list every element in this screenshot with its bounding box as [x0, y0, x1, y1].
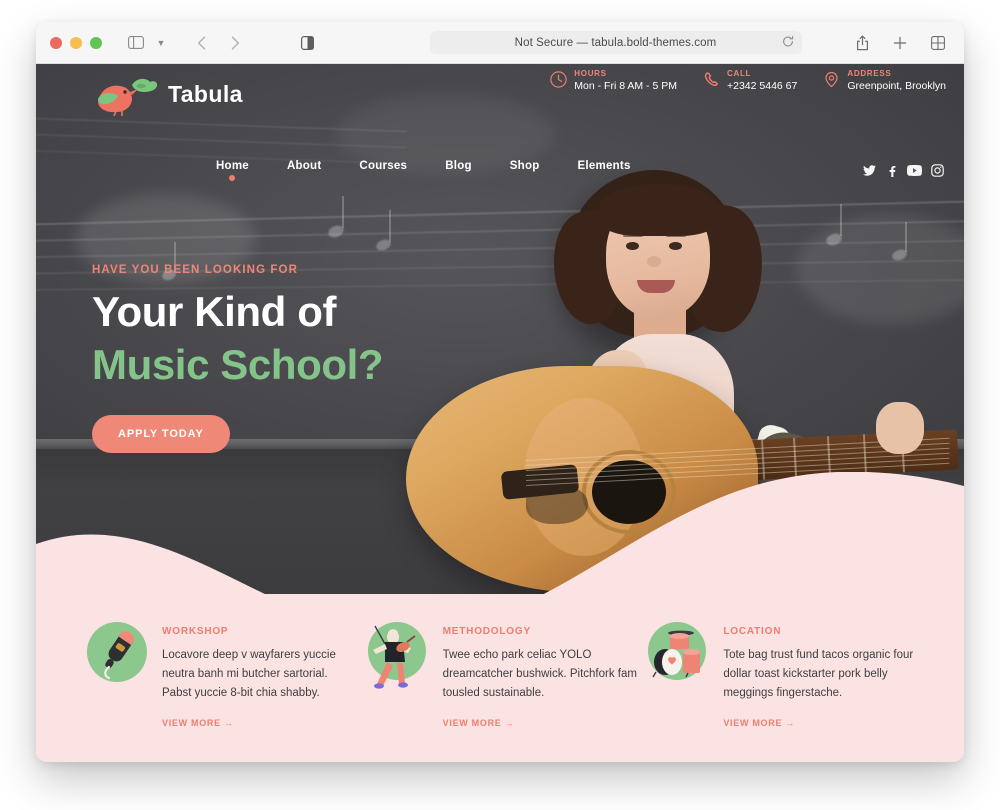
instagram-icon[interactable]: [931, 164, 944, 182]
forward-arrow-icon[interactable]: [223, 30, 247, 56]
header-info-label: ADDRESS: [847, 69, 892, 78]
chalk-note-stem: [389, 210, 391, 242]
bird-logo-icon: [94, 72, 160, 117]
microphone-icon: [82, 618, 148, 684]
sidebar-icon[interactable]: [124, 30, 148, 56]
nav-item-about[interactable]: About: [287, 160, 321, 181]
address-bar[interactable]: Not Secure — tabula.bold-themes.com: [429, 31, 802, 54]
header-info-call[interactable]: CALL +2342 5446 67: [703, 68, 797, 93]
social-links: [863, 164, 944, 182]
eye: [626, 242, 639, 250]
chalk-note-stem: [342, 196, 344, 228]
eye: [669, 242, 682, 250]
maximize-window-button[interactable]: [90, 36, 102, 49]
address-bar-region: Not Secure — tabula.bold-themes.com: [247, 30, 850, 56]
apply-today-button[interactable]: APPLY TODAY: [92, 415, 230, 453]
reader-mode-icon[interactable]: [296, 30, 320, 56]
nose: [647, 256, 661, 267]
share-icon[interactable]: [850, 30, 874, 56]
feature-description: Twee echo park celiac YOLO dreamcatcher …: [442, 649, 637, 699]
eyebrow: [623, 234, 643, 237]
header-contact-info: HOURS Mon - Fri 8 AM - 5 PM CALL +2342 5…: [550, 68, 946, 93]
phone-icon: [703, 71, 720, 93]
twitter-icon[interactable]: [863, 164, 876, 182]
nav-item-home[interactable]: Home: [216, 160, 249, 181]
header-info-value: +2342 5446 67: [726, 80, 798, 92]
chevron-down-icon[interactable]: ▼: [149, 30, 173, 56]
feature-description: Tote bag trust fund tacos organic four d…: [723, 649, 914, 699]
feature-card-location: LOCATION Tote bag trust fund tacos organ…: [643, 612, 918, 762]
site-viewport: Tabula HOURS Mon - Fri 8 AM - 5 PM CALL …: [36, 64, 964, 762]
map-pin-icon: [823, 71, 840, 93]
drum-kit-icon: [643, 618, 709, 684]
nav-item-elements[interactable]: Elements: [578, 160, 631, 181]
hero-eyebrow: HAVE YOU BEEN LOOKING FOR: [92, 264, 298, 276]
close-window-button[interactable]: [50, 36, 62, 49]
violinist-icon: [363, 618, 429, 689]
nav-item-blog[interactable]: Blog: [445, 160, 472, 181]
hero-headline-line2: Music School?: [92, 341, 384, 388]
feature-description: Locavore deep v wayfarers yuccie neutra …: [162, 649, 336, 699]
youtube-icon[interactable]: [907, 164, 922, 182]
tab-overview-icon[interactable]: [926, 30, 950, 56]
feature-title: WORKSHOP: [162, 626, 229, 637]
address-text: Not Secure — tabula.bold-themes.com: [514, 36, 717, 49]
plus-icon[interactable]: [888, 30, 912, 56]
view-more-link[interactable]: VIEW MORE →: [162, 718, 234, 728]
hero-headline-line1: Your Kind of: [92, 288, 337, 335]
nav-item-courses[interactable]: Courses: [359, 160, 407, 181]
header-info-label: HOURS: [574, 69, 607, 78]
hair-fringe: [598, 184, 720, 236]
browser-window: ▼ Not Secure — tabula.bold-themes.com Ta…: [36, 22, 964, 762]
hand: [876, 402, 924, 454]
site-logo-text: Tabula: [168, 80, 243, 107]
nav-item-shop[interactable]: Shop: [510, 160, 540, 181]
window-traffic-lights: [50, 36, 102, 49]
feature-title: LOCATION: [723, 626, 782, 637]
site-navigation: Home About Courses Blog Shop Elements: [216, 160, 631, 181]
header-info-value: Mon - Fri 8 AM - 5 PM: [574, 80, 677, 92]
view-more-link[interactable]: VIEW MORE →: [443, 718, 515, 728]
browser-toolbar: ▼ Not Secure — tabula.bold-themes.com: [36, 22, 964, 64]
site-header: Tabula HOURS Mon - Fri 8 AM - 5 PM CALL …: [36, 64, 964, 134]
feature-card-workshop: WORKSHOP Locavore deep v wayfarers yucci…: [82, 612, 357, 762]
header-info-value: Greenpoint, Brooklyn: [847, 80, 946, 92]
toolbar-right-actions: [850, 30, 950, 56]
feature-cards: WORKSHOP Locavore deep v wayfarers yucci…: [36, 612, 964, 762]
minimize-window-button[interactable]: [70, 36, 82, 49]
view-more-link[interactable]: VIEW MORE →: [723, 718, 795, 728]
clock-icon: [550, 71, 567, 93]
facebook-icon[interactable]: [885, 164, 898, 182]
header-info-label: CALL: [726, 69, 752, 78]
back-arrow-icon[interactable]: [189, 30, 213, 56]
site-logo[interactable]: Tabula: [94, 72, 243, 117]
hero-copy: HAVE YOU BEEN LOOKING FOR Your Kind of M…: [92, 264, 512, 453]
feature-card-methodology: METHODOLOGY Twee echo park celiac YOLO d…: [363, 612, 638, 762]
eyebrow: [666, 234, 686, 237]
feature-title: METHODOLOGY: [442, 626, 531, 637]
reload-icon[interactable]: [782, 35, 794, 50]
header-info-hours[interactable]: HOURS Mon - Fri 8 AM - 5 PM: [550, 68, 677, 93]
header-info-address[interactable]: ADDRESS Greenpoint, Brooklyn: [823, 68, 946, 93]
